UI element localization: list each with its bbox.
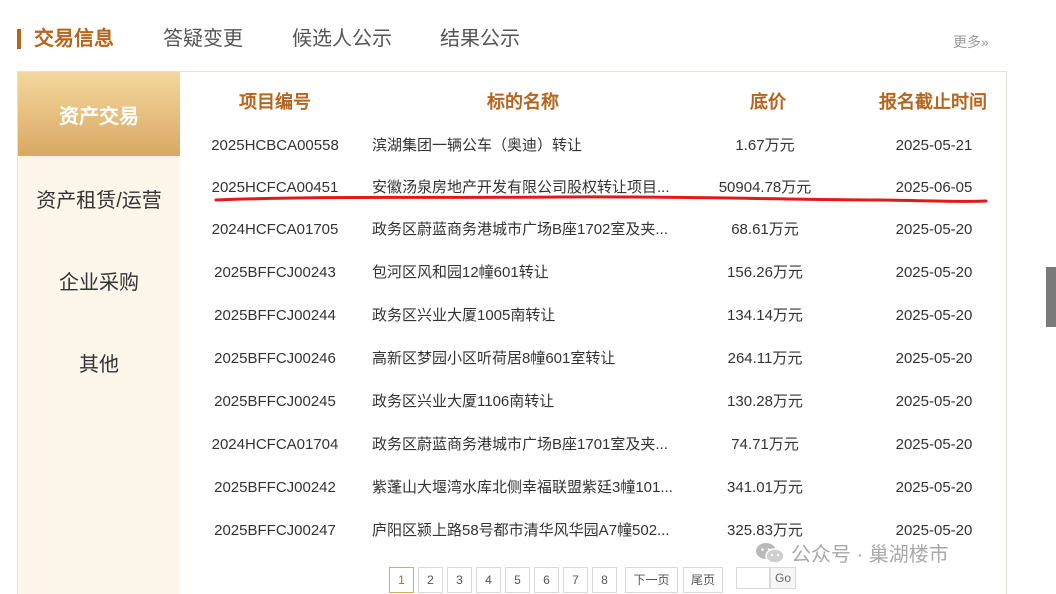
project-code-cell: 2025BFFCJ00243 bbox=[214, 264, 336, 281]
project-code-cell: 2025BFFCJ00244 bbox=[214, 307, 336, 324]
project-code-cell: 2025HCFCA00451 bbox=[211, 179, 339, 196]
tab-trade-info[interactable]: 交易信息 bbox=[34, 22, 114, 51]
page-button[interactable]: 6 bbox=[534, 567, 559, 593]
item-name-link[interactable]: 滨湖集团一辆公车（奥迪）转让 bbox=[372, 124, 682, 167]
table-row[interactable]: 2024HCFCA01704 政务区蔚蓝商务港城市广场B座1701室及夹... 74… bbox=[180, 423, 1008, 466]
deadline-cell: 2025-05-20 bbox=[895, 393, 973, 410]
listing-panel: 资产交易 资产租赁/运营 企业采购 其他 项目编号 标的名称 底价 报名截止时间… bbox=[17, 71, 1007, 594]
watermark-text: 公众号 · 巢湖楼市 bbox=[791, 544, 949, 566]
go-button[interactable]: Go bbox=[770, 567, 796, 589]
table-row[interactable]: 2025BFFCJ00245 政务区兴业大厦1106南转让 130.28万元 2025… bbox=[180, 380, 1008, 423]
page-button[interactable]: 2 bbox=[418, 567, 443, 593]
header-name: 标的名称 bbox=[487, 92, 559, 112]
table-row[interactable]: 2024HCFCA01705 政务区蔚蓝商务港城市广场B座1702室及夹... 68… bbox=[180, 208, 1008, 251]
top-tab-bar: 交易信息 答疑变更 候选人公示 结果公示 更多» bbox=[0, 0, 1056, 72]
page-button[interactable]: 3 bbox=[447, 567, 472, 593]
wechat-watermark: 公众号 · 巢湖楼市 bbox=[755, 538, 949, 567]
table-row[interactable]: 2025BFFCJ00243 包河区风和园12幢601转让 156.26万元 2025… bbox=[180, 251, 1008, 294]
page-button[interactable]: 4 bbox=[476, 567, 501, 593]
header-price: 底价 bbox=[750, 92, 786, 112]
base-price-cell: 156.26万元 bbox=[727, 264, 803, 281]
page-button[interactable]: 8 bbox=[592, 567, 617, 593]
sidebar-item-procurement[interactable]: 企业采购 bbox=[18, 238, 180, 322]
project-code-cell: 2025BFFCJ00245 bbox=[214, 393, 336, 410]
header-deadline: 报名截止时间 bbox=[879, 92, 987, 112]
item-name-link[interactable]: 庐阳区颍上路58号都市清华风华园A7幢502... bbox=[372, 509, 682, 552]
base-price-cell: 341.01万元 bbox=[727, 479, 803, 496]
project-code-cell: 2024HCFCA01704 bbox=[211, 436, 339, 453]
header-code: 项目编号 bbox=[239, 92, 311, 112]
item-name-link[interactable]: 紫蓬山大堰湾水库北侧幸福联盟紫廷3幢101... bbox=[372, 466, 682, 509]
base-price-cell: 134.14万元 bbox=[727, 307, 803, 324]
base-price-cell: 50904.78万元 bbox=[718, 179, 812, 196]
tab-candidate-notice[interactable]: 候选人公示 bbox=[292, 22, 392, 51]
item-name-link[interactable]: 政务区兴业大厦1106南转让 bbox=[372, 380, 682, 423]
sidebar-item-asset-trading[interactable]: 资产交易 bbox=[18, 72, 180, 156]
deadline-cell: 2025-05-21 bbox=[895, 137, 973, 154]
base-price-cell: 264.11万元 bbox=[727, 350, 803, 367]
deadline-cell: 2025-05-20 bbox=[895, 307, 973, 324]
page-button[interactable]: 1 bbox=[389, 567, 414, 593]
table-row[interactable]: 2025HCFCA00451 安徽汤泉房地产开发有限公司股权转让项目... 5090… bbox=[180, 166, 1008, 209]
tab-result-notice[interactable]: 结果公示 bbox=[440, 22, 520, 51]
item-name-link[interactable]: 安徽汤泉房地产开发有限公司股权转让项目... bbox=[372, 166, 682, 209]
project-code-cell: 2025BFFCJ00247 bbox=[214, 522, 336, 539]
listing-table: 项目编号 标的名称 底价 报名截止时间 2025HCBCA00558 滨湖集团一辆… bbox=[180, 72, 1008, 594]
deadline-cell: 2025-05-20 bbox=[895, 221, 973, 238]
tab-qa-changes[interactable]: 答疑变更 bbox=[163, 22, 243, 51]
table-row[interactable]: 2025BFFCJ00246 高新区梦园小区听荷居8幢601室转让 264.11万元… bbox=[180, 337, 1008, 380]
sidebar-item-other[interactable]: 其他 bbox=[18, 320, 180, 404]
sidebar-item-asset-leasing[interactable]: 资产租赁/运营 bbox=[18, 156, 180, 240]
base-price-cell: 130.28万元 bbox=[727, 393, 803, 410]
item-name-link[interactable]: 政务区兴业大厦1005南转让 bbox=[372, 294, 682, 337]
project-code-cell: 2025HCBCA00558 bbox=[211, 137, 339, 154]
base-price-cell: 68.61万元 bbox=[731, 221, 799, 238]
item-name-link[interactable]: 政务区蔚蓝商务港城市广场B座1701室及夹... bbox=[372, 423, 682, 466]
base-price-cell: 1.67万元 bbox=[735, 137, 795, 154]
wechat-icon bbox=[755, 542, 785, 564]
page-button[interactable]: 7 bbox=[563, 567, 588, 593]
next-page-button[interactable]: 下一页 bbox=[625, 567, 678, 593]
table-row[interactable]: 2025BFFCJ00244 政务区兴业大厦1005南转让 134.14万元 2025… bbox=[180, 294, 1008, 337]
page-button[interactable]: 5 bbox=[505, 567, 530, 593]
deadline-cell: 2025-05-20 bbox=[895, 479, 973, 496]
table-row[interactable]: 2025HCBCA00558 滨湖集团一辆公车（奥迪）转让 1.67万元 2025-0… bbox=[180, 124, 1008, 167]
last-page-button[interactable]: 尾页 bbox=[683, 567, 723, 593]
project-code-cell: 2025BFFCJ00242 bbox=[214, 479, 336, 496]
deadline-cell: 2025-05-20 bbox=[895, 350, 973, 367]
more-link[interactable]: 更多» bbox=[953, 32, 989, 52]
tab-accent-bar bbox=[17, 29, 21, 49]
item-name-link[interactable]: 高新区梦园小区听荷居8幢601室转让 bbox=[372, 337, 682, 380]
table-row[interactable]: 2025BFFCJ00242 紫蓬山大堰湾水库北侧幸福联盟紫廷3幢101... 34… bbox=[180, 466, 1008, 509]
page-number-input[interactable] bbox=[736, 567, 770, 589]
base-price-cell: 74.71万元 bbox=[731, 436, 799, 453]
project-code-cell: 2025BFFCJ00246 bbox=[214, 350, 336, 367]
scrollbar-handle[interactable] bbox=[1046, 267, 1056, 327]
category-sidebar: 资产交易 资产租赁/运营 企业采购 其他 bbox=[18, 72, 180, 594]
deadline-cell: 2025-06-05 bbox=[895, 179, 973, 196]
deadline-cell: 2025-05-20 bbox=[895, 436, 973, 453]
item-name-link[interactable]: 包河区风和园12幢601转让 bbox=[372, 251, 682, 294]
deadline-cell: 2025-05-20 bbox=[895, 264, 973, 281]
item-name-link[interactable]: 政务区蔚蓝商务港城市广场B座1702室及夹... bbox=[372, 208, 682, 251]
project-code-cell: 2024HCFCA01705 bbox=[211, 221, 339, 238]
